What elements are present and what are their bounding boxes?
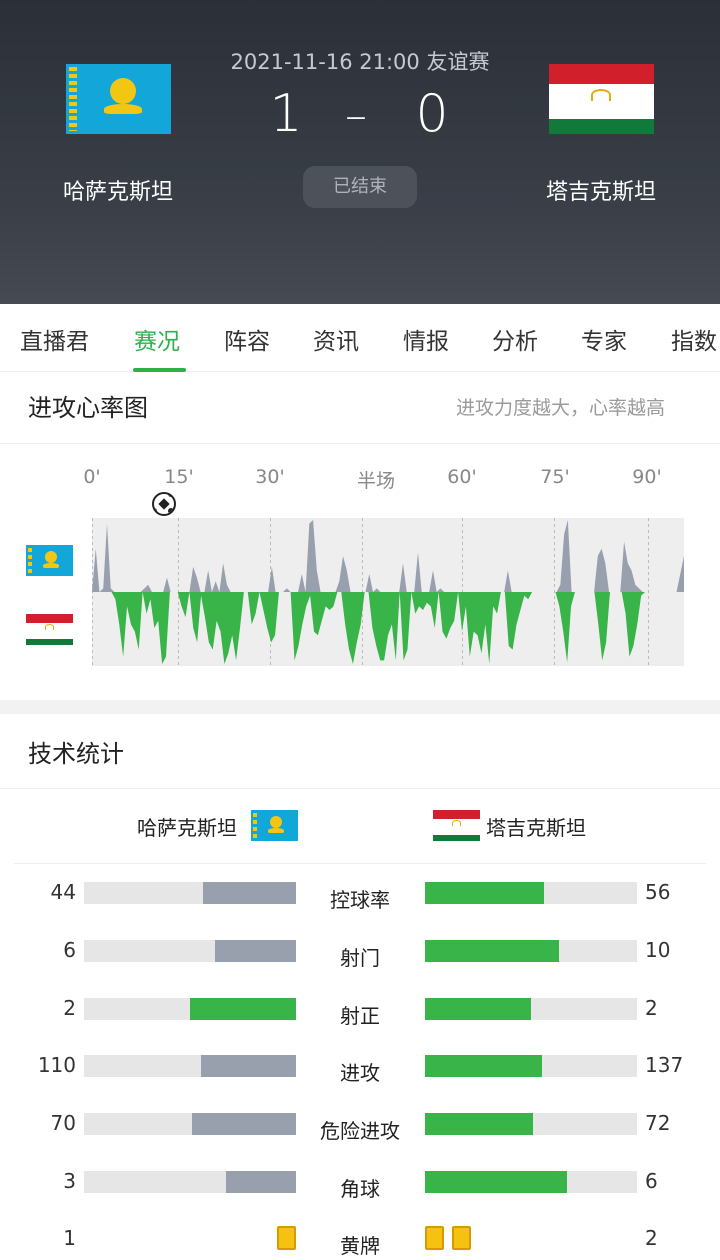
home-stat-value: 44	[50, 880, 76, 904]
away-stat-bar	[425, 1171, 637, 1193]
stat-label: 射门	[340, 946, 380, 970]
stat-row: 70 危险进攻 72	[0, 1111, 720, 1151]
away-team-name[interactable]: 塔吉克斯坦	[501, 174, 701, 206]
stat-label: 危险进攻	[320, 1119, 400, 1143]
tab-odds[interactable]: 指数	[671, 322, 717, 356]
away-stat-value: 6	[645, 1169, 658, 1193]
home-stat-bar-fill	[215, 940, 296, 962]
away-yellow-cards: 2	[645, 1226, 658, 1250]
away-stat-value: 72	[645, 1111, 671, 1135]
home-stat-bar-fill	[190, 998, 296, 1020]
attack-chart-title: 进攻心率图	[28, 394, 148, 422]
home-stat-value: 6	[63, 938, 76, 962]
home-stat-bar-fill	[202, 882, 296, 904]
away-stat-bar-fill	[425, 1055, 542, 1077]
football-icon	[152, 492, 176, 516]
home-stat-bar	[84, 998, 296, 1020]
stat-row: 3 角球 6	[0, 1169, 720, 1209]
tab-analysis[interactable]: 分析	[492, 322, 538, 356]
stat-label: 角球	[340, 1177, 380, 1201]
stat-row: 44 控球率 56	[0, 880, 720, 920]
home-stat-value: 2	[63, 996, 76, 1020]
home-stat-bar	[84, 1171, 296, 1193]
away-stat-value: 2	[645, 996, 658, 1020]
home-stat-bar	[84, 1055, 296, 1077]
stat-label: 控球率	[330, 888, 390, 912]
stat-row: 6 射门 10	[0, 938, 720, 978]
home-stat-bar	[84, 882, 296, 904]
stat-row: 110 进攻 137	[0, 1053, 720, 1093]
away-stat-bar-fill	[425, 882, 544, 904]
score-dash: –	[345, 90, 367, 141]
tab-bar: 直播君 赛况 阵容 资讯 情报 分析 专家 指数	[0, 304, 720, 372]
tajikistan-flag-icon	[549, 64, 654, 134]
tajikistan-flag-icon	[26, 614, 73, 645]
away-stat-bar-fill	[425, 940, 559, 962]
home-stat-bar	[84, 940, 296, 962]
minute-label: 半场	[356, 470, 395, 492]
tab-match-status[interactable]: 赛况	[134, 322, 180, 356]
kazakhstan-flag-icon	[26, 545, 73, 576]
active-tab-indicator	[133, 368, 186, 372]
away-stat-bar	[425, 998, 637, 1020]
away-stat-value: 56	[645, 880, 671, 904]
stats-title: 技术统计	[28, 740, 124, 768]
minute-label: 75'	[540, 466, 570, 488]
yellow-card-icon	[277, 1226, 296, 1250]
stat-label: 进攻	[340, 1061, 380, 1085]
minute-label: 60'	[447, 466, 477, 488]
tab-news[interactable]: 资讯	[313, 322, 359, 356]
away-score: 0	[415, 84, 449, 144]
away-stat-bar-fill	[425, 1113, 534, 1135]
home-score: 1	[269, 84, 303, 144]
stats-home-team: 哈萨克斯坦	[137, 816, 237, 840]
tab-intel[interactable]: 情报	[403, 322, 449, 356]
away-stat-bar	[425, 882, 637, 904]
minute-label: 90'	[632, 466, 662, 488]
yellow-card-icon	[425, 1226, 444, 1250]
away-stat-bar-fill	[425, 1171, 568, 1193]
home-stat-bar	[84, 1113, 296, 1135]
home-yellow-cards: 1	[63, 1226, 76, 1250]
minute-label: 30'	[255, 466, 285, 488]
away-stat-bar	[425, 1055, 637, 1077]
stat-label: 黄牌	[340, 1234, 380, 1258]
attack-chart-note: 进攻力度越大，心率越高	[456, 397, 666, 419]
stat-label: 射正	[340, 1004, 380, 1028]
stats-away-team: 塔吉克斯坦	[486, 816, 586, 840]
tab-experts[interactable]: 专家	[581, 322, 627, 356]
tajikistan-flag-icon	[433, 810, 480, 841]
home-stat-value: 110	[37, 1053, 76, 1077]
away-stat-value: 137	[645, 1053, 684, 1077]
minute-label: 0'	[83, 466, 101, 488]
home-stat-bar-fill	[200, 1055, 296, 1077]
tab-live[interactable]: 直播君	[20, 322, 89, 356]
yellow-card-icon	[452, 1226, 471, 1250]
match-header: 2021-11-16 21:00 友谊赛 1 – 0 哈萨克斯坦 已结束 塔吉克…	[0, 0, 720, 304]
attack-heart-chart	[92, 518, 684, 666]
away-stat-bar-fill	[425, 998, 531, 1020]
home-stat-bar-fill	[226, 1171, 296, 1193]
home-team-name[interactable]: 哈萨克斯坦	[18, 174, 218, 206]
home-stat-bar-fill	[192, 1113, 296, 1135]
stat-row-yellow-cards: 1 黄牌 2	[0, 1226, 720, 1260]
away-stat-bar	[425, 940, 637, 962]
kazakhstan-flag-icon	[251, 810, 298, 841]
home-stat-value: 70	[50, 1111, 76, 1135]
minute-label: 15'	[164, 466, 194, 488]
home-stat-value: 3	[63, 1169, 76, 1193]
away-stat-value: 10	[645, 938, 671, 962]
tab-lineup[interactable]: 阵容	[224, 322, 270, 356]
away-stat-bar	[425, 1113, 637, 1135]
stat-row: 2 射正 2	[0, 996, 720, 1036]
match-status-badge: 已结束	[303, 166, 417, 208]
